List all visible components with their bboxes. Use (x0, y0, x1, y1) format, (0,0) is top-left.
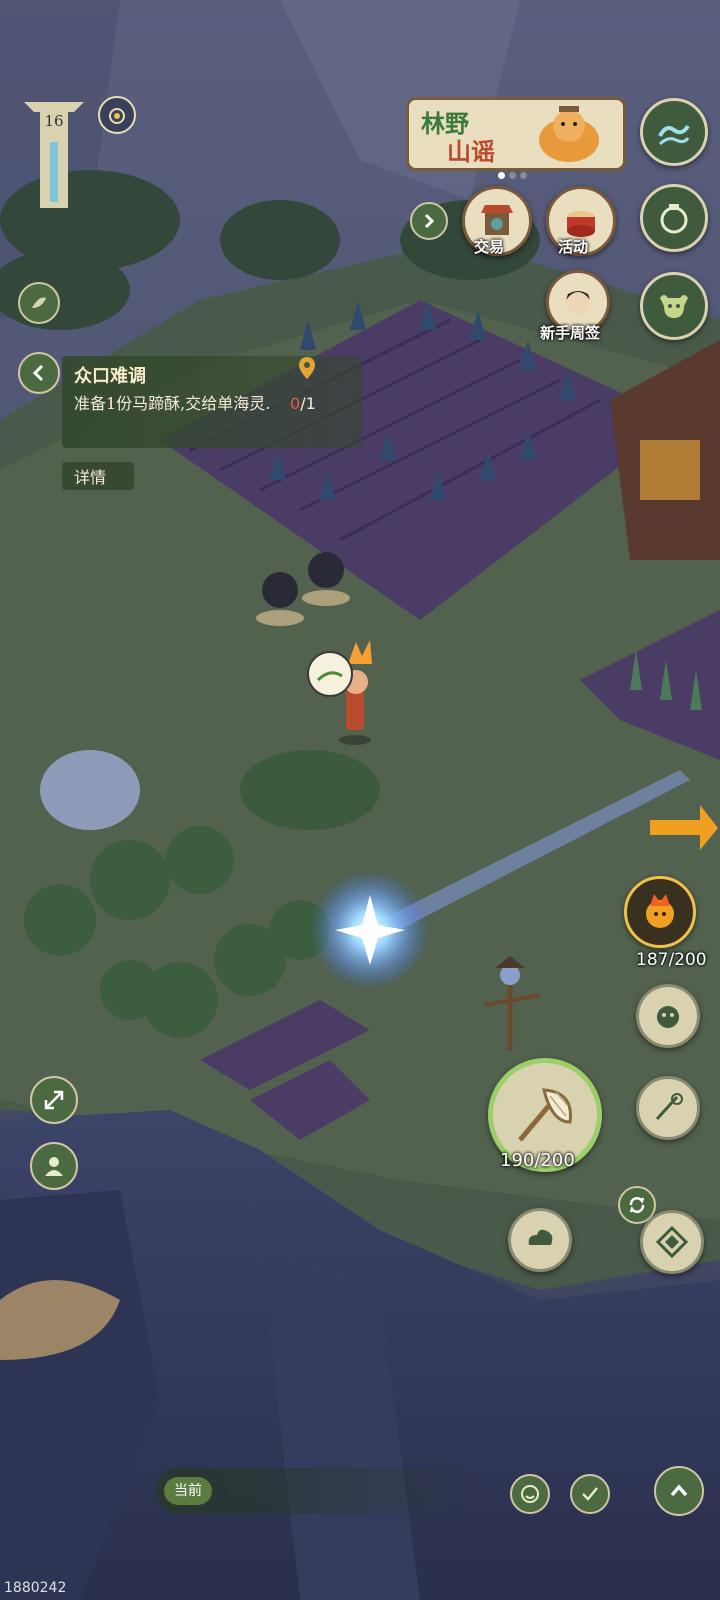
fire-spirit-icon (646, 894, 674, 928)
emoji-button[interactable] (510, 1474, 550, 1514)
chat-expand-button[interactable] (654, 1466, 704, 1516)
quest-tracker-panel[interactable]: 众口难调 准备1份马蹄酥,交给单海灵. 0/1 (62, 356, 362, 448)
expand-view-button[interactable] (30, 1076, 78, 1124)
drum-icon (567, 211, 595, 237)
character-portrait-icon (566, 291, 590, 316)
banner-line2: 山谣 (447, 137, 495, 166)
tiger-mascot-icon (539, 106, 599, 162)
smiley-icon (521, 1485, 539, 1503)
chevron-right-icon (424, 213, 435, 229)
ox-head-icon (660, 295, 688, 318)
event-banner[interactable]: 林野 山谣 (406, 97, 626, 171)
location-pin-icon[interactable] (298, 356, 316, 380)
chevron-left-icon (32, 364, 44, 382)
quest-progress-current: 0 (290, 394, 301, 413)
stamina-counter: 187/200 (636, 950, 707, 970)
fishing-rod-icon (655, 1093, 683, 1121)
collapse-quest-button[interactable] (18, 352, 60, 394)
character-button[interactable] (30, 1142, 78, 1190)
diamond-compass-icon (655, 1225, 689, 1259)
quick-chat-button[interactable] (570, 1474, 610, 1514)
level-totem[interactable]: 16 (18, 96, 90, 210)
expand-arrows-icon (44, 1090, 64, 1110)
bag-button[interactable] (640, 184, 708, 252)
chat-channel-label: 当前 (164, 1477, 212, 1505)
mole-icon (657, 1006, 679, 1028)
quest-description: 准备1份马蹄酥,交给单海灵. (74, 394, 271, 413)
wave-icon (658, 124, 690, 146)
wave-button[interactable] (640, 98, 708, 166)
trade-label: 交易 (474, 238, 505, 256)
newbie-weekly-label: 新手周签 (540, 324, 601, 342)
butterfly-net-icon (518, 1088, 572, 1142)
build-version: 1880242 (4, 1580, 67, 1596)
cloud-button[interactable] (508, 1208, 572, 1272)
expand-menu-button[interactable] (410, 202, 448, 240)
shop-stall-icon (481, 205, 513, 235)
cloud-icon (528, 1229, 553, 1245)
level-number: 16 (44, 112, 64, 130)
quest-progress-total: /1 (300, 394, 316, 413)
flame-icon (109, 108, 125, 124)
leaf-button[interactable] (18, 282, 60, 324)
quest-progress: 0/1 (290, 394, 316, 413)
quest-title: 众口难调 (74, 366, 146, 387)
leaf-icon (32, 297, 46, 308)
net-counter: 190/200 (500, 1150, 575, 1171)
page-dot-active (498, 172, 505, 179)
game-scene[interactable] (0, 0, 720, 1600)
compass-button[interactable] (640, 1210, 704, 1274)
chat-bar[interactable]: 当前 (156, 1468, 486, 1514)
fishing-rod-button[interactable] (636, 1076, 700, 1140)
page-dot (509, 172, 516, 179)
quest-details-button[interactable]: 详情 (62, 462, 134, 490)
pouch-icon (660, 204, 688, 234)
pet-button[interactable] (640, 272, 708, 340)
page-dot (520, 172, 527, 179)
quest-flame-button[interactable] (98, 96, 136, 134)
edit-check-icon (582, 1487, 598, 1501)
mole-button[interactable] (636, 984, 700, 1048)
person-icon (45, 1157, 63, 1176)
fire-spirit-button[interactable] (624, 876, 696, 948)
banner-page-indicator (498, 172, 527, 179)
chevron-up-icon (670, 1484, 688, 1497)
refresh-icon (629, 1197, 645, 1213)
activity-label: 活动 (558, 238, 589, 256)
